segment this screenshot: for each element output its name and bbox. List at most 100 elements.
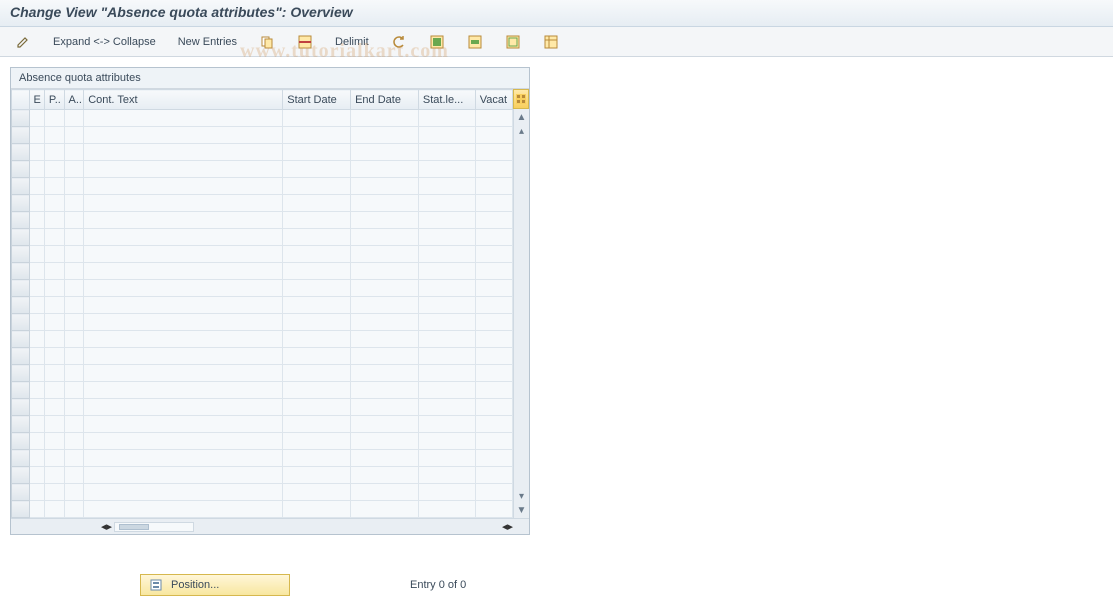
table-row[interactable] [12,229,513,246]
cell[interactable] [44,365,64,382]
cell[interactable] [418,399,475,416]
row-selector[interactable] [12,161,30,178]
cell[interactable] [418,178,475,195]
cell[interactable] [29,348,44,365]
cell[interactable] [44,450,64,467]
cell[interactable] [283,212,351,229]
cell[interactable] [44,382,64,399]
row-selector[interactable] [12,314,30,331]
cell[interactable] [29,161,44,178]
cell[interactable] [44,127,64,144]
cell[interactable] [64,229,84,246]
cell[interactable] [418,212,475,229]
cell[interactable] [84,246,283,263]
cell[interactable] [418,416,475,433]
cell[interactable] [29,144,44,161]
cell[interactable] [84,484,283,501]
cell[interactable] [475,450,512,467]
cell[interactable] [351,348,419,365]
cell[interactable] [283,484,351,501]
table-row[interactable] [12,246,513,263]
cell[interactable] [351,263,419,280]
cell[interactable] [418,467,475,484]
cell[interactable] [283,501,351,518]
table-row[interactable] [12,280,513,297]
cell[interactable] [44,246,64,263]
cell[interactable] [29,501,44,518]
cell[interactable] [64,399,84,416]
cell[interactable] [351,416,419,433]
cell[interactable] [475,348,512,365]
cell[interactable] [64,501,84,518]
cell[interactable] [351,433,419,450]
cell[interactable] [64,178,84,195]
cell[interactable] [84,467,283,484]
cell[interactable] [475,501,512,518]
cell[interactable] [64,161,84,178]
cell[interactable] [418,484,475,501]
col-vacat[interactable]: Vacat [475,90,512,110]
table-row[interactable] [12,399,513,416]
table-row[interactable] [12,314,513,331]
vertical-scrollbar[interactable]: ▲ ▴ ▾ ▼ [513,109,529,518]
cell[interactable] [475,212,512,229]
cell[interactable] [283,161,351,178]
cell[interactable] [84,450,283,467]
row-selector[interactable] [12,348,30,365]
row-selector[interactable] [12,331,30,348]
row-selector[interactable] [12,127,30,144]
cell[interactable] [84,263,283,280]
table-row[interactable] [12,161,513,178]
cell[interactable] [283,467,351,484]
table-row[interactable] [12,450,513,467]
cell[interactable] [44,433,64,450]
cell[interactable] [29,246,44,263]
cell[interactable] [283,450,351,467]
cell[interactable] [84,501,283,518]
cell[interactable] [84,433,283,450]
cell[interactable] [351,195,419,212]
position-button[interactable]: Position... [140,574,290,596]
cell[interactable] [44,501,64,518]
cell[interactable] [418,314,475,331]
cell[interactable] [283,365,351,382]
hscroll-track[interactable] [114,522,194,532]
cell[interactable] [44,467,64,484]
scroll-down2-icon[interactable]: ▾ [516,490,528,502]
select-block-button[interactable] [460,31,490,53]
cell[interactable] [29,263,44,280]
cell[interactable] [475,110,512,127]
cell[interactable] [44,331,64,348]
cell[interactable] [475,144,512,161]
cell[interactable] [475,246,512,263]
cell[interactable] [418,144,475,161]
cell[interactable] [84,297,283,314]
table-row[interactable] [12,178,513,195]
cell[interactable] [283,195,351,212]
cell[interactable] [29,484,44,501]
cell[interactable] [29,297,44,314]
cell[interactable] [29,229,44,246]
row-selector[interactable] [12,263,30,280]
cell[interactable] [351,450,419,467]
cell[interactable] [351,110,419,127]
cell[interactable] [418,348,475,365]
delimit-button[interactable]: Delimit [328,33,376,51]
cell[interactable] [64,297,84,314]
cell[interactable] [418,450,475,467]
cell[interactable] [351,229,419,246]
cell[interactable] [351,178,419,195]
cell[interactable] [351,144,419,161]
table-row[interactable] [12,348,513,365]
cell[interactable] [351,467,419,484]
cell[interactable] [44,416,64,433]
cell[interactable] [283,331,351,348]
cell[interactable] [64,365,84,382]
cell[interactable] [418,501,475,518]
expand-collapse-button[interactable]: Expand <-> Collapse [46,33,163,51]
table-row[interactable] [12,484,513,501]
row-selector[interactable] [12,399,30,416]
cell[interactable] [283,280,351,297]
cell[interactable] [64,484,84,501]
cell[interactable] [84,110,283,127]
